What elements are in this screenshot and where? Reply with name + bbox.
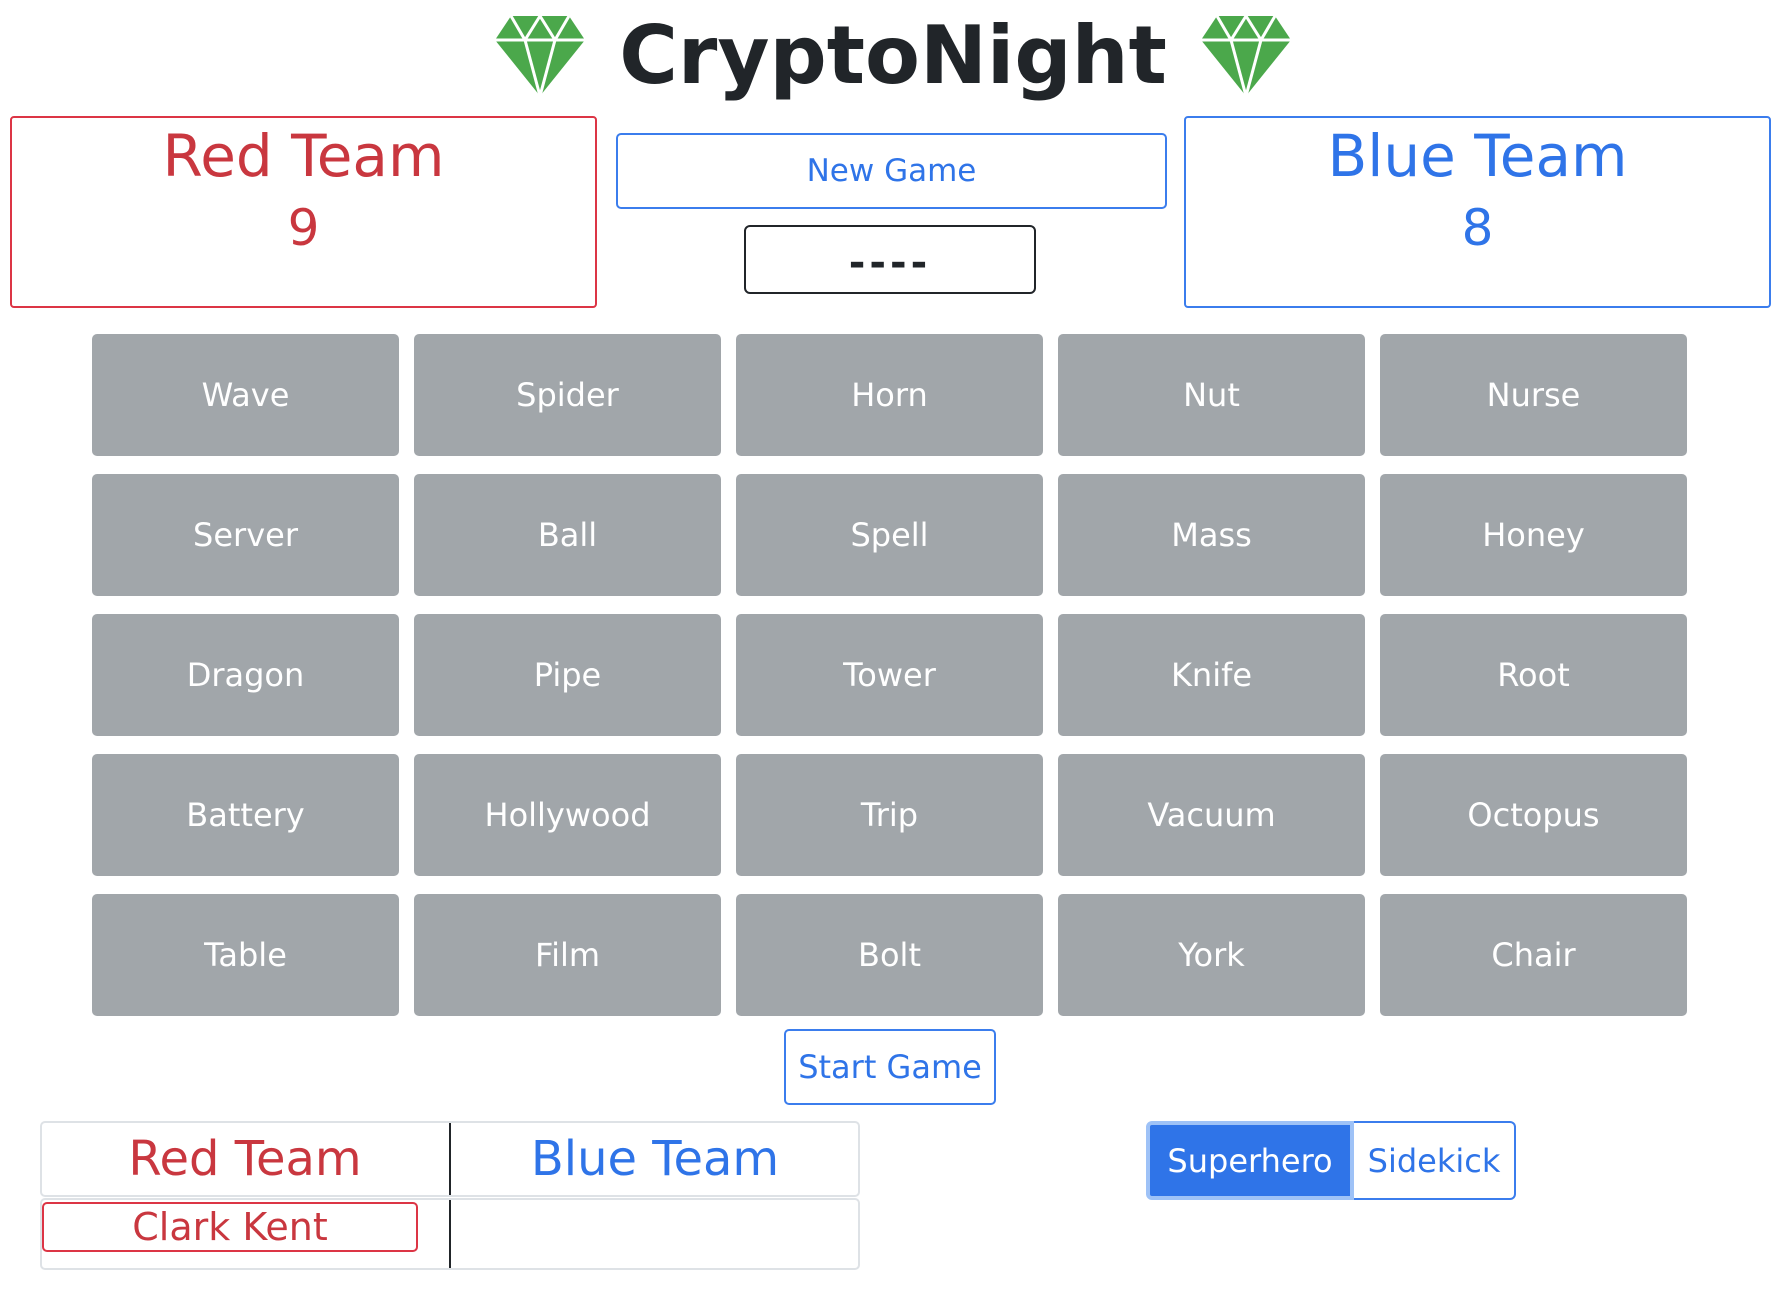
word-card[interactable]: Ball xyxy=(414,474,721,596)
superhero-role-button[interactable]: Superhero xyxy=(1146,1121,1354,1200)
role-toggle-group: Superhero Sidekick xyxy=(1146,1121,1516,1200)
gem-icon xyxy=(1200,15,1291,97)
word-card[interactable]: Spider xyxy=(414,334,721,456)
word-card[interactable]: Pipe xyxy=(414,614,721,736)
red-player-item: Clark Kent xyxy=(42,1202,418,1252)
blue-team-score-panel: Blue Team 8 xyxy=(1184,116,1771,308)
word-card[interactable]: Film xyxy=(414,894,721,1016)
word-card[interactable]: Dragon xyxy=(92,614,399,736)
header: CryptoNight xyxy=(0,6,1786,106)
word-card[interactable]: Nurse xyxy=(1380,334,1687,456)
team-roster: Red Team Blue Team Clark Kent xyxy=(40,1121,860,1270)
word-card[interactable]: Bolt xyxy=(736,894,1043,1016)
word-board: Wave Spider Horn Nut Nurse Server Ball Spell Mas… xyxy=(92,334,1687,1016)
word-card[interactable]: Hollywood xyxy=(414,754,721,876)
word-card[interactable]: Octopus xyxy=(1380,754,1687,876)
word-card[interactable]: Root xyxy=(1380,614,1687,736)
word-card[interactable]: Nut xyxy=(1058,334,1365,456)
sidekick-role-button[interactable]: Sidekick xyxy=(1354,1121,1516,1200)
word-card[interactable]: Vacuum xyxy=(1058,754,1365,876)
new-game-button[interactable]: New Game xyxy=(616,133,1167,209)
word-card[interactable]: Wave xyxy=(92,334,399,456)
app-title: CryptoNight xyxy=(619,9,1167,102)
roster-red-header: Red Team xyxy=(128,1131,362,1187)
word-card[interactable]: Tower xyxy=(736,614,1043,736)
word-card[interactable]: Table xyxy=(92,894,399,1016)
word-card[interactable]: Knife xyxy=(1058,614,1365,736)
roster-blue-header: Blue Team xyxy=(530,1131,780,1187)
red-team-score: 9 xyxy=(287,198,320,257)
word-card[interactable]: Server xyxy=(92,474,399,596)
word-card[interactable]: York xyxy=(1058,894,1365,1016)
blue-team-score: 8 xyxy=(1461,198,1494,257)
red-team-score-panel: Red Team 9 xyxy=(10,116,597,308)
red-team-name: Red Team xyxy=(162,122,445,190)
game-code-display: ---- xyxy=(744,225,1036,294)
blue-team-name: Blue Team xyxy=(1327,122,1628,190)
word-card[interactable]: Spell xyxy=(736,474,1043,596)
word-card[interactable]: Honey xyxy=(1380,474,1687,596)
gem-icon xyxy=(495,15,586,97)
roster-divider xyxy=(449,1200,451,1268)
word-card[interactable]: Battery xyxy=(92,754,399,876)
word-card[interactable]: Trip xyxy=(736,754,1043,876)
start-game-button[interactable]: Start Game xyxy=(784,1029,996,1105)
word-card[interactable]: Mass xyxy=(1058,474,1365,596)
word-card[interactable]: Chair xyxy=(1380,894,1687,1016)
word-card[interactable]: Horn xyxy=(736,334,1043,456)
